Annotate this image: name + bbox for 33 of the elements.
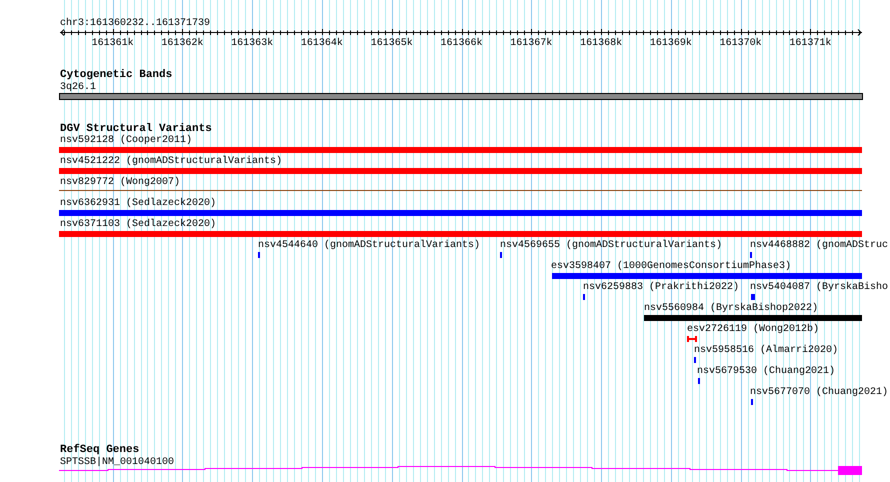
variant-label: nsv6362931 (Sedlazeck2020) — [60, 198, 216, 209]
tick-label: 161368k — [580, 38, 622, 49]
variant-label: nsv829772 (Wong2007) — [60, 177, 180, 188]
variant-label: nsv5677070 (Chuang2021) — [750, 387, 888, 398]
tick-label: 161362k — [161, 38, 204, 49]
track-title: DGV Structural Variants — [60, 123, 212, 135]
track-title: Cytogenetic Bands — [60, 69, 172, 81]
variant-label: esv2726119 (Wong2012b) — [687, 324, 820, 335]
variant-label: nsv4521222 (gnomADStructuralVariants) — [60, 156, 282, 167]
variant-label: nsv5958516 (Almarri2020) — [694, 345, 838, 356]
tick-label: 161370k — [720, 38, 762, 49]
variant-label: nsv5560984 (ByrskaBishop2022) — [644, 303, 818, 314]
track-title: RefSeq Genes — [60, 444, 140, 456]
variant-label: nsv592128 (Cooper2011) — [60, 135, 192, 146]
tick-label: 161364k — [300, 38, 343, 49]
variant-label: nsv4544640 (gnomADStructuralVariants) — [258, 240, 480, 251]
variant-label: nsv6371103 (Sedlazeck2020) — [60, 219, 216, 230]
variant-label: nsv6259883 (Prakrithi2022) — [583, 282, 740, 293]
variant-label: nsv5404087 (ByrskaBisho — [750, 282, 888, 293]
tick-label: 161371k — [789, 38, 832, 49]
gene-label: SPTSSB|NM_001040100 — [60, 457, 174, 468]
tick-label: 161366k — [440, 38, 483, 49]
location-label: chr3:161360232..161371739 — [60, 18, 210, 29]
tick-label: 161361k — [92, 38, 134, 49]
variant-label: nsv5679530 (Chuang2021) — [697, 366, 836, 377]
tick-label: 161363k — [231, 38, 274, 49]
tick-label: 161365k — [370, 38, 413, 49]
tick-label: 161367k — [510, 38, 552, 49]
variant-label: nsv4569655 (gnomADStructuralVariants) — [500, 240, 722, 251]
variant-label: esv3598407 (1000GenomesConsortiumPhase3) — [551, 261, 792, 272]
tick-label: 161369k — [650, 38, 692, 49]
variant-label: nsv4468882 (gnomADStruc — [750, 240, 888, 251]
band-label: 3q26.1 — [60, 82, 96, 93]
